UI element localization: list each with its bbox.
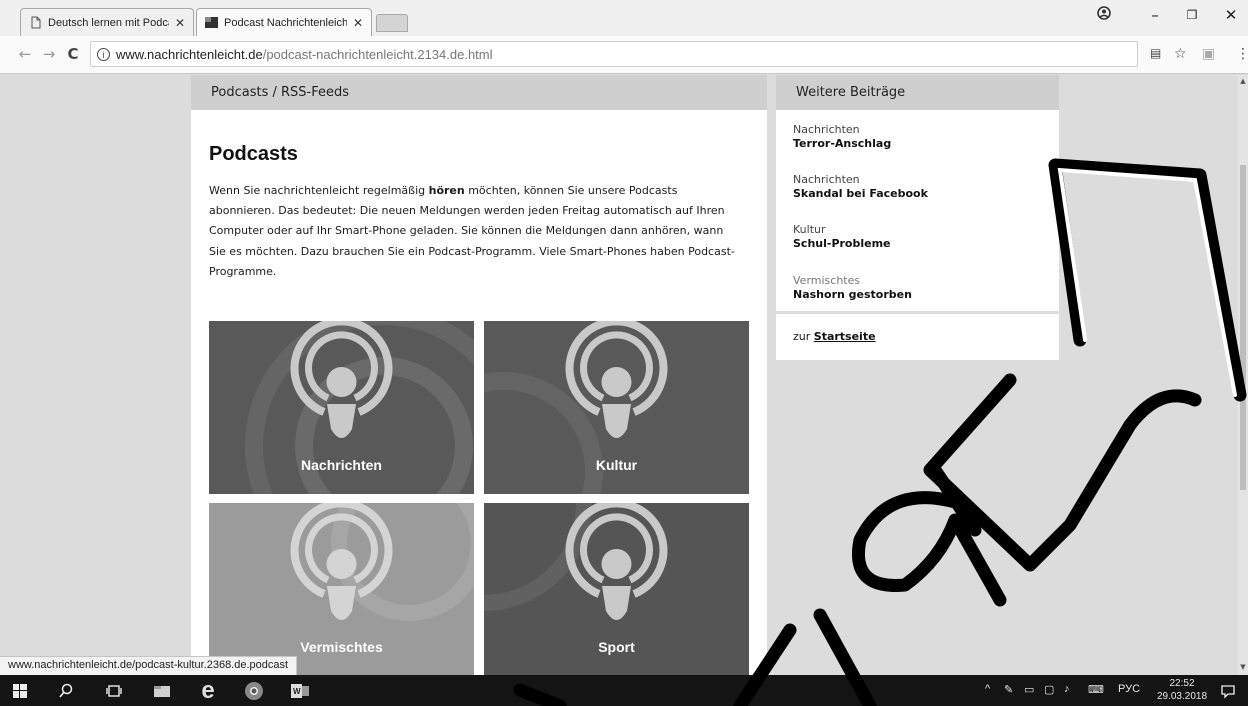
sidebar-item-title: Skandal bei Facebook xyxy=(793,187,928,200)
startseite-line: zur Startseite xyxy=(793,330,876,343)
reload-icon[interactable]: C xyxy=(64,45,82,63)
back-arrow-icon[interactable]: ← xyxy=(16,45,34,63)
site-favicon-icon xyxy=(205,17,218,28)
podcast-tile-kultur[interactable]: Kultur xyxy=(484,321,749,494)
close-window-icon[interactable]: ✕ xyxy=(1219,6,1243,24)
podcast-tile-vermischtes[interactable]: Vermischtes xyxy=(209,503,474,676)
scroll-up-icon[interactable]: ▲ xyxy=(1238,77,1248,85)
file-explorer-icon[interactable] xyxy=(152,681,172,701)
keyboard-icon[interactable]: ⌨ xyxy=(1088,683,1104,696)
sidebar-item-title: Nashorn gestorben xyxy=(793,288,912,301)
language-indicator[interactable]: РУС xyxy=(1118,683,1140,695)
section-header: Podcasts / RSS-Feeds xyxy=(191,75,767,110)
url-host: www.nachrichtenleicht.de xyxy=(116,46,263,62)
intro-text: Wenn Sie nachrichtenleicht regelmäßig hö… xyxy=(209,184,735,278)
network-icon[interactable]: ▢ xyxy=(1044,683,1054,696)
podcast-tile-sport[interactable]: Sport xyxy=(484,503,749,676)
sidebar-link-nashorn-gestorben[interactable]: Vermischtes Nashorn gestorben xyxy=(793,274,912,302)
edge-browser-icon[interactable]: e xyxy=(198,679,218,703)
tile-label: Nachrichten xyxy=(301,457,382,473)
menu-icon[interactable]: ⋮ xyxy=(1236,46,1248,62)
battery-icon[interactable]: ▭ xyxy=(1024,683,1034,696)
document-icon xyxy=(31,16,41,29)
sidebar-link-skandal-facebook[interactable]: Nachrichten Skandal bei Facebook xyxy=(793,173,928,201)
sidebar-link-terror-anschlag[interactable]: Nachrichten Terror-Anschlag xyxy=(793,123,891,151)
page-title: Podcasts xyxy=(209,143,298,165)
profile-icon[interactable] xyxy=(1092,6,1116,24)
sidebar-weitere-beitraege: Weitere Beiträge Nachrichten Terror-Ansc… xyxy=(776,75,1059,360)
close-tab-icon[interactable]: ✕ xyxy=(353,16,363,30)
translate-icon[interactable]: ▤ xyxy=(1150,46,1161,60)
startseite-link[interactable]: Startseite xyxy=(814,330,876,343)
clock-time: 22:52 xyxy=(1169,678,1195,689)
sidebar-item-category: Nachrichten xyxy=(793,123,860,136)
word-icon[interactable]: W xyxy=(290,681,310,701)
page-scrollbar[interactable]: ▲ ▼ xyxy=(1238,75,1248,675)
address-bar[interactable]: i www.nachrichtenleicht.de/podcast-nachr… xyxy=(90,41,1138,67)
clock-date: 29.03.2018 xyxy=(1156,691,1208,702)
forward-arrow-icon[interactable]: → xyxy=(40,45,58,63)
tab-strip: Deutsch lernen mit Podca ✕ Podcast Nachr… xyxy=(0,0,1248,36)
volume-icon[interactable]: ♪ xyxy=(1064,683,1070,695)
minimize-icon[interactable]: – xyxy=(1143,6,1167,24)
windows-start-icon[interactable] xyxy=(10,681,30,701)
sidebar-item-category: Nachrichten xyxy=(793,173,860,186)
sidebar-item-category: Kultur xyxy=(793,223,826,236)
restore-icon[interactable]: ❐ xyxy=(1180,8,1204,22)
main-content: Podcasts / RSS-Feeds Podcasts Wenn Sie n… xyxy=(191,75,767,676)
search-icon[interactable] xyxy=(56,681,76,701)
pen-tray-icon[interactable]: ✎ xyxy=(1004,683,1013,696)
sidebar-item-category: Vermischtes xyxy=(793,274,861,287)
sidebar-link-schul-probleme[interactable]: Kultur Schul-Probleme xyxy=(793,223,891,251)
sidebar-divider xyxy=(776,311,1059,314)
tab-title: Deutsch lernen mit Podca xyxy=(48,16,169,29)
bookmark-star-icon[interactable]: ☆ xyxy=(1174,46,1187,62)
new-tab-button[interactable] xyxy=(376,14,408,32)
tile-label: Kultur xyxy=(595,457,638,473)
windows-taskbar: e W ^ ✎ ▭ ▢ ♪ ⌨ РУС 22:52 29.03.2018 xyxy=(0,675,1248,706)
sidebar-item-title: Schul-Probleme xyxy=(793,237,891,250)
info-icon[interactable]: i xyxy=(97,47,110,61)
tab-podcast-nachrichtenleicht[interactable]: Podcast Nachrichtenleich ✕ xyxy=(196,8,372,36)
clock[interactable]: 22:52 29.03.2018 xyxy=(1156,677,1208,703)
sidebar-header: Weitere Beiträge xyxy=(776,75,1059,110)
tile-label: Sport xyxy=(598,639,635,655)
browser-toolbar: ← → C i www.nachrichtenleicht.de/podcast… xyxy=(0,36,1248,74)
show-hidden-icons-icon[interactable]: ^ xyxy=(985,683,990,695)
podcast-tile-nachrichten[interactable]: Nachrichten xyxy=(209,321,474,494)
scroll-thumb[interactable] xyxy=(1240,165,1246,490)
notifications-icon[interactable] xyxy=(1218,681,1238,701)
task-view-icon[interactable] xyxy=(104,681,124,701)
tab-title: Podcast Nachrichtenleich xyxy=(224,16,347,29)
chrome-icon[interactable] xyxy=(244,681,264,701)
svg-text:W: W xyxy=(293,687,301,696)
tab-deutsch-lernen[interactable]: Deutsch lernen mit Podca ✕ xyxy=(20,8,194,36)
close-tab-icon[interactable]: ✕ xyxy=(175,16,185,30)
tile-label: Vermischtes xyxy=(300,639,383,655)
url-path: /podcast-nachrichtenleicht.2134.de.html xyxy=(262,46,493,62)
pdf-extension-icon[interactable]: ▣ xyxy=(1202,46,1215,62)
intro-bold-word: hören xyxy=(428,184,465,197)
scroll-down-icon[interactable]: ▼ xyxy=(1238,663,1248,671)
sidebar-item-title: Terror-Anschlag xyxy=(793,137,892,150)
link-status-bar: www.nachrichtenleicht.de/podcast-kultur.… xyxy=(0,656,298,675)
